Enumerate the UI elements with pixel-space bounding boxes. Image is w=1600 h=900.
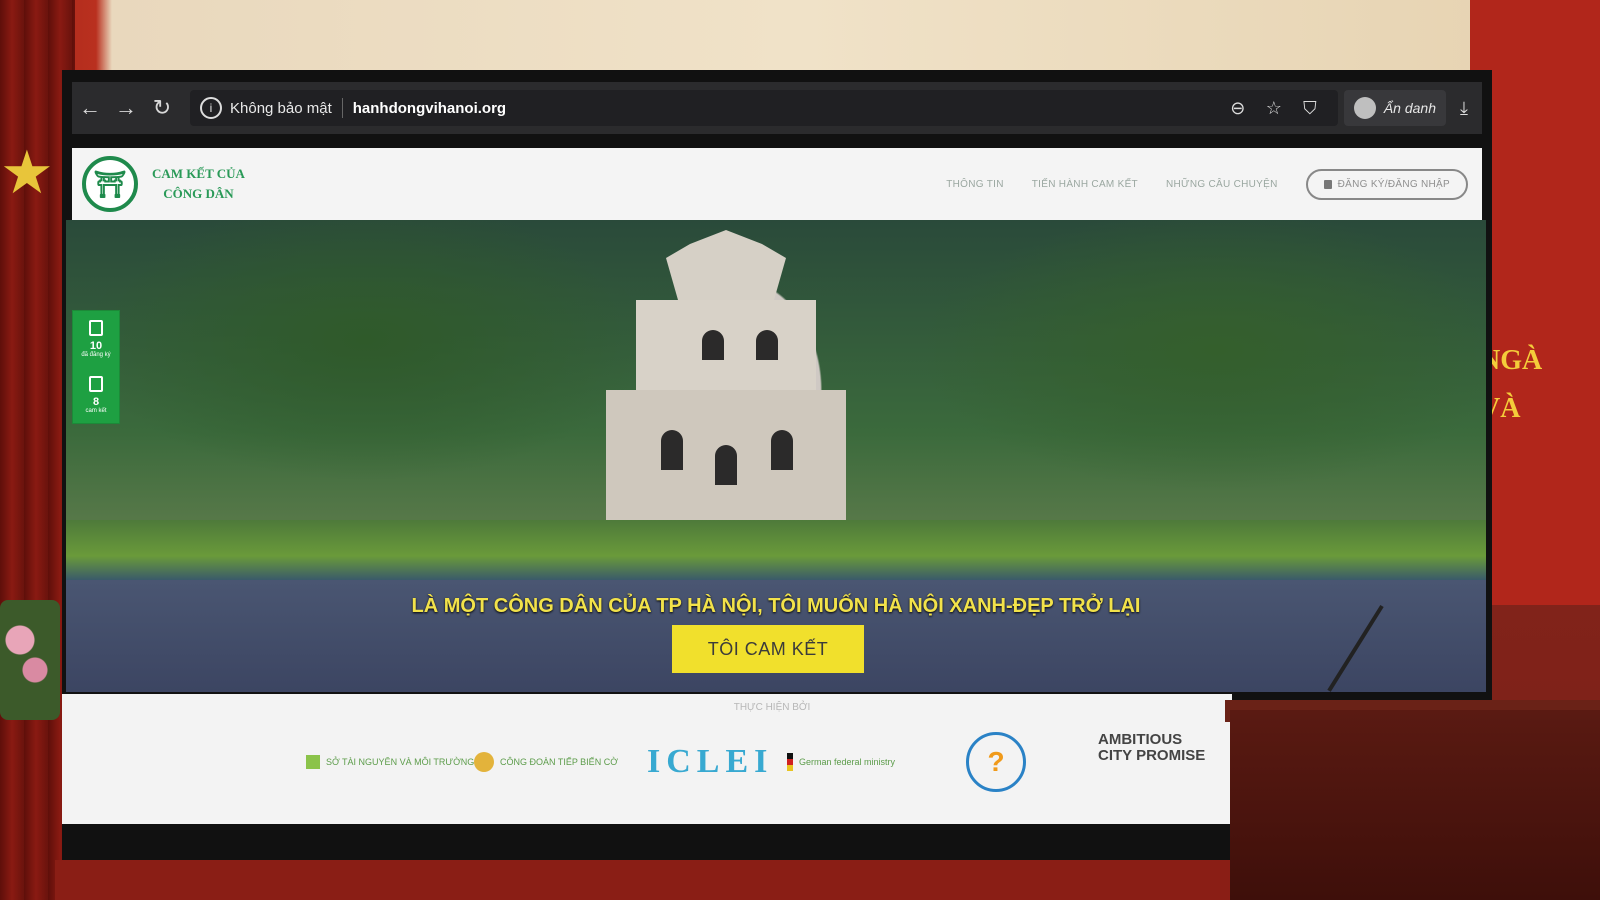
hero-headline: LÀ MỘT CÔNG DÂN CỦA TP HÀ NỘI, TÔI MUỐN … — [411, 595, 1141, 617]
partner-name: SỞ TÀI NGUYÊN VÀ MÔI TRƯỜNG — [326, 757, 475, 767]
partner-logo-ambitious-city[interactable]: AMBITIOUS CITY PROMISE — [1098, 731, 1206, 792]
stat-registered: 10 đã đăng ký — [73, 311, 119, 367]
shield-icon[interactable]: ⛉ — [1292, 98, 1328, 119]
back-arrow-icon[interactable]: ← — [72, 95, 108, 121]
city-emblem-icon[interactable]: ? — [966, 732, 1026, 792]
site-logo-text[interactable]: CAM KẾT CỦA CÔNG DÂN — [152, 164, 245, 204]
login-button[interactable]: ĐĂNG KÝ/ĐĂNG NHẬP — [1305, 168, 1468, 200]
main-nav: THÔNG TIN TIẾN HÀNH CAM KẾT NHỮNG CÂU CH… — [946, 168, 1482, 200]
reload-icon[interactable]: ↻ — [144, 95, 180, 121]
national-emblem-icon — [474, 752, 494, 772]
star-icon[interactable]: ☆ — [1256, 98, 1292, 119]
stat-value: 8 — [92, 396, 100, 408]
logo-line-2: CÔNG DÂN — [163, 186, 234, 201]
forward-arrow-icon[interactable]: → — [108, 95, 144, 121]
profile-button[interactable]: Ẩn danh — [1343, 90, 1446, 126]
download-icon[interactable]: ⤓ — [1446, 98, 1482, 119]
site-header: ⛩ CAM KẾT CỦA CÔNG DÂN THÔNG TIN TIẾN HÀ… — [72, 148, 1482, 220]
podium — [1230, 710, 1600, 900]
partner-name-2: CITY PROMISE — [1098, 747, 1206, 764]
address-divider — [341, 98, 343, 118]
document-icon — [89, 376, 103, 392]
stat-committed: 8 cam kết — [73, 367, 119, 423]
zoom-out-icon[interactable]: ⊖ — [1220, 98, 1256, 119]
security-label: Không bảo mật — [230, 99, 332, 117]
address-bar[interactable]: i Không bảo mật hanhdongvihanoi.org ⊖ ☆ … — [190, 90, 1338, 126]
partner-logo-emblem[interactable]: CÔNG ĐOÀN TIẾP BIẾN CỜ — [474, 732, 618, 792]
partner-name: AMBITIOUS — [1098, 731, 1183, 748]
partner-mark-icon — [306, 755, 320, 769]
info-icon[interactable]: i — [200, 97, 222, 119]
partner-name: CÔNG ĐOÀN TIẾP BIẾN CỜ — [500, 757, 618, 767]
stat-label: đã đăng ký — [81, 352, 111, 358]
profile-label: Ẩn danh — [1383, 100, 1436, 116]
stat-value: 10 — [89, 340, 103, 352]
flower-arrangement — [0, 600, 60, 720]
grass-bank — [66, 520, 1486, 580]
login-label: ĐĂNG KÝ/ĐĂNG NHẬP — [1337, 178, 1450, 190]
lock-icon — [1323, 179, 1332, 189]
url-text[interactable]: hanhdongvihanoi.org — [353, 100, 506, 117]
nav-item-thong-tin[interactable]: THÔNG TIN — [946, 179, 1004, 190]
stats-widget[interactable]: 10 đã đăng ký 8 cam kết — [72, 310, 120, 424]
partner-logo-tnmt[interactable]: SỞ TÀI NGUYÊN VÀ MÔI TRƯỜNG — [306, 732, 474, 792]
commit-button[interactable]: TÔI CAM KẾT — [672, 625, 864, 673]
logo-line-1: CAM KẾT CỦA — [152, 166, 245, 181]
nav-item-tien-hanh-cam-ket[interactable]: TIẾN HÀNH CAM KẾT — [1032, 179, 1138, 190]
partner-logo-german-ministry[interactable]: German federal ministry — [787, 732, 895, 792]
stat-label: cam kết — [85, 408, 107, 414]
partner-logo-iclei[interactable]: ICLEI — [647, 732, 773, 792]
star-decoration-icon: ★ — [0, 139, 54, 206]
document-icon — [89, 320, 103, 336]
browser-toolbar: ← → ↻ i Không bảo mật hanhdongvihanoi.or… — [72, 82, 1482, 134]
hero-banner: 10 đã đăng ký 8 cam kết LÀ MỘT CÔNG DÂN … — [66, 220, 1486, 692]
partner-name: German federal ministry — [799, 757, 896, 767]
profile-avatar-icon — [1353, 97, 1376, 119]
partners-strip: THỰC HIỆN BỞI SỞ TÀI NGUYÊN VÀ MÔI TRƯỜN… — [62, 694, 1232, 824]
nav-item-nhung-cau-chuyen[interactable]: NHỮNG CÂU CHUYỆN — [1166, 179, 1278, 190]
site-logo-icon[interactable]: ⛩ — [82, 156, 138, 212]
turtle-tower-image — [606, 230, 846, 540]
german-flag-icon — [787, 753, 793, 771]
